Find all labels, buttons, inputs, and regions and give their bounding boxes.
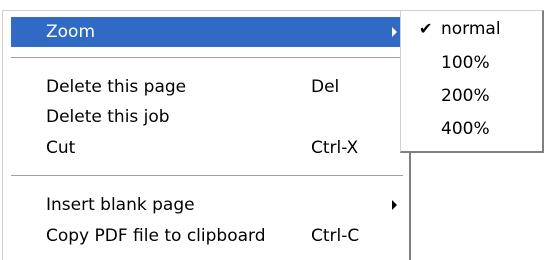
menu-item-label: Cut: [46, 138, 76, 158]
menu-item-zoom[interactable]: Zoom: [11, 17, 403, 47]
menu-item-label: Delete this page: [46, 77, 187, 97]
menu-item-cut[interactable]: Cut Ctrl-X: [11, 133, 403, 163]
zoom-option-label: 400%: [441, 119, 490, 139]
context-menu: Zoom Delete this page Del Delete this jo…: [2, 10, 411, 260]
menu-item-label: Insert blank page: [46, 195, 195, 215]
menu-item-copy-pdf[interactable]: Copy PDF file to clipboard Ctrl-C: [11, 221, 403, 251]
menu-item-label: Copy PDF file to clipboard: [46, 226, 266, 246]
zoom-option-400[interactable]: 400%: [405, 114, 541, 144]
menu-item-label: Delete this job: [46, 107, 170, 127]
submenu-arrow-icon: [392, 27, 397, 37]
menu-item-label: Zoom: [46, 22, 96, 42]
submenu-arrow-icon: [392, 200, 397, 210]
zoom-option-label: 100%: [441, 53, 490, 73]
menu-item-shortcut: Del: [311, 77, 340, 97]
zoom-option-100[interactable]: 100%: [405, 48, 541, 78]
menu-item-shortcut: Ctrl-C: [311, 226, 360, 246]
menu-item-delete-page[interactable]: Delete this page Del: [11, 72, 403, 102]
menu-item-delete-job[interactable]: Delete this job: [11, 102, 403, 132]
zoom-option-normal[interactable]: ✔ normal: [405, 14, 541, 44]
zoom-option-200[interactable]: 200%: [405, 81, 541, 111]
zoom-submenu: ✔ normal 100% 200% 400%: [400, 10, 544, 153]
zoom-option-label: normal: [441, 19, 501, 39]
zoom-option-label: 200%: [441, 86, 490, 106]
checkmark-icon: ✔: [419, 19, 433, 38]
menu-item-shortcut: Ctrl-X: [311, 138, 359, 158]
menu-separator: [11, 57, 403, 59]
menu-separator: [11, 175, 403, 177]
menu-item-insert-blank-page[interactable]: Insert blank page: [11, 190, 403, 220]
